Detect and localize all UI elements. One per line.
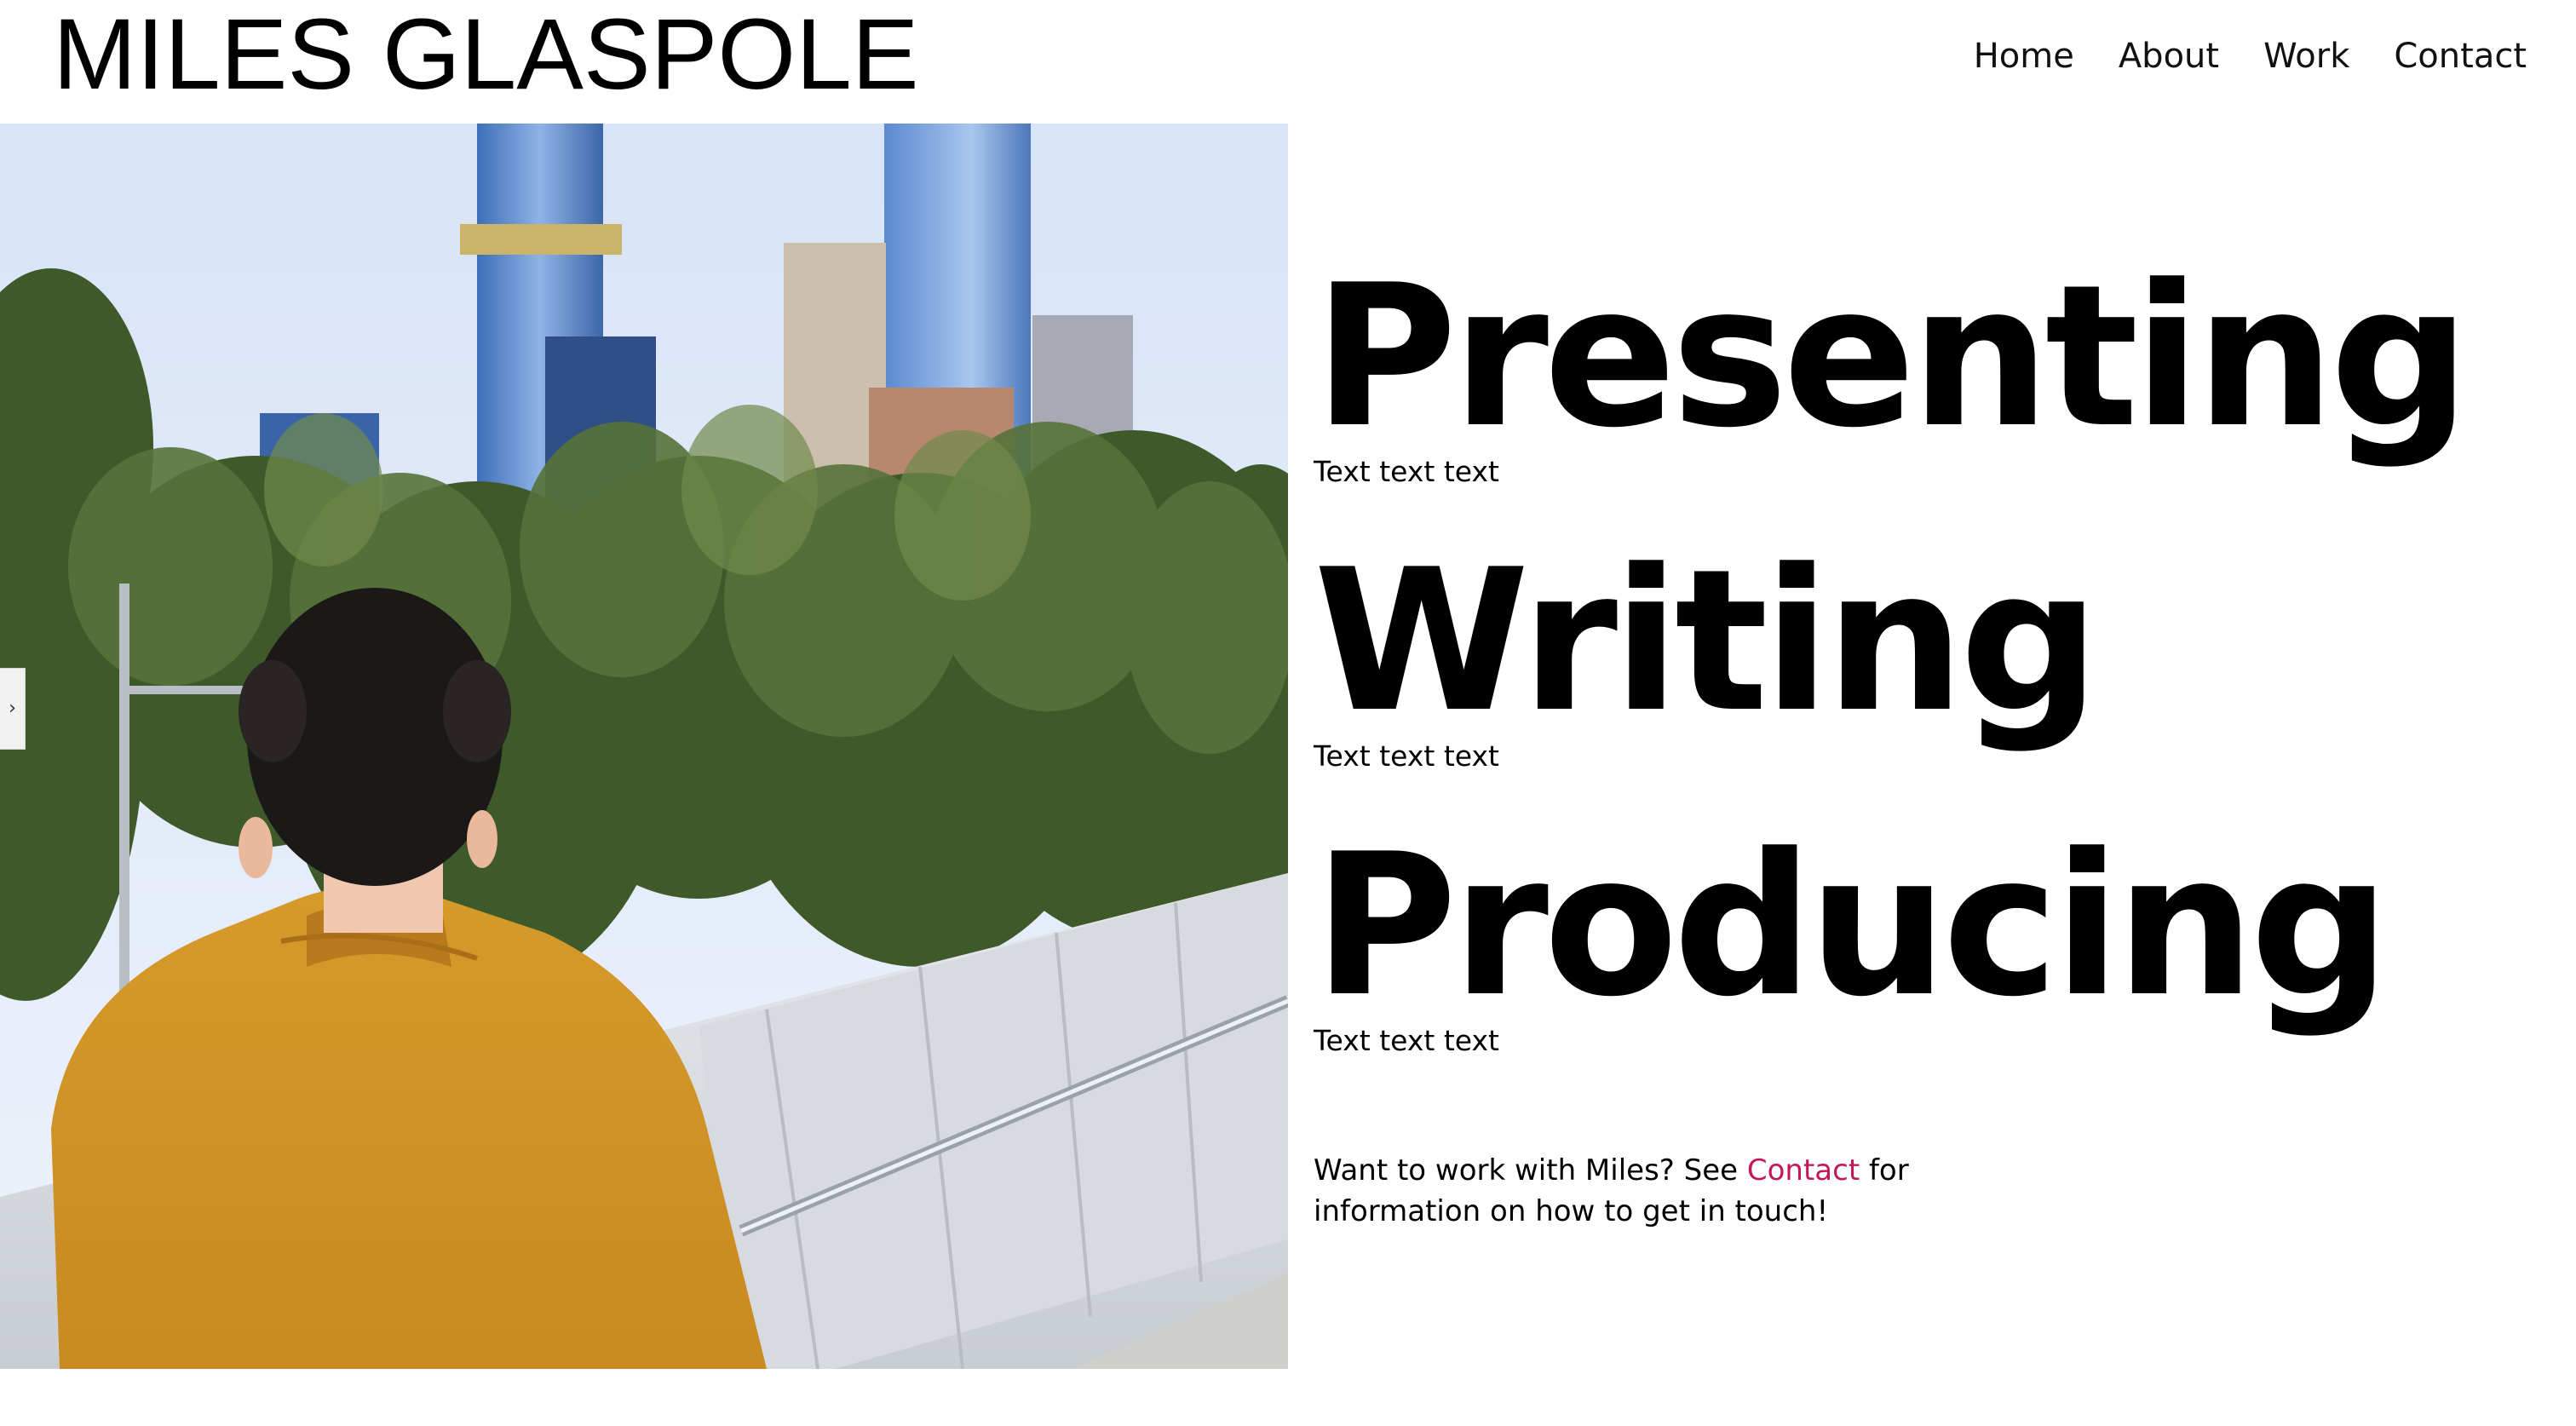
service-presenting: Presenting Text text text xyxy=(1314,256,2506,540)
nav-contact-link[interactable]: Contact xyxy=(2394,32,2527,80)
nav-home-link[interactable]: Home xyxy=(1974,32,2074,80)
cta-text-before: Want to work with Miles? See xyxy=(1314,1153,1747,1187)
service-title: Presenting xyxy=(1314,244,2470,471)
services-list: Presenting Text text text Writing Text t… xyxy=(1314,256,2506,1109)
service-title: Producing xyxy=(1314,813,2390,1040)
service-text: Text text text xyxy=(1314,1024,1499,1057)
service-title: Writing xyxy=(1314,528,2100,756)
nav-work-link[interactable]: Work xyxy=(2263,32,2349,80)
site-title[interactable]: MILES GLASPOLE xyxy=(53,2,919,107)
service-producing: Producing Text text text xyxy=(1314,825,2506,1109)
nav-about-link[interactable]: About xyxy=(2119,32,2219,80)
gallery-next-button[interactable]: › xyxy=(0,668,26,750)
contact-cta: Want to work with Miles? See Contact for… xyxy=(1314,1150,1961,1232)
hero-photo xyxy=(0,124,1288,1369)
service-text: Text text text xyxy=(1314,455,1499,488)
chevron-right-icon: › xyxy=(9,698,16,719)
service-writing: Writing Text text text xyxy=(1314,540,2506,825)
cta-contact-link[interactable]: Contact xyxy=(1747,1153,1860,1187)
service-text: Text text text xyxy=(1314,739,1499,773)
main-nav: Home About Work Contact xyxy=(1974,32,2527,80)
hero-photo-illustration xyxy=(0,124,1288,1369)
